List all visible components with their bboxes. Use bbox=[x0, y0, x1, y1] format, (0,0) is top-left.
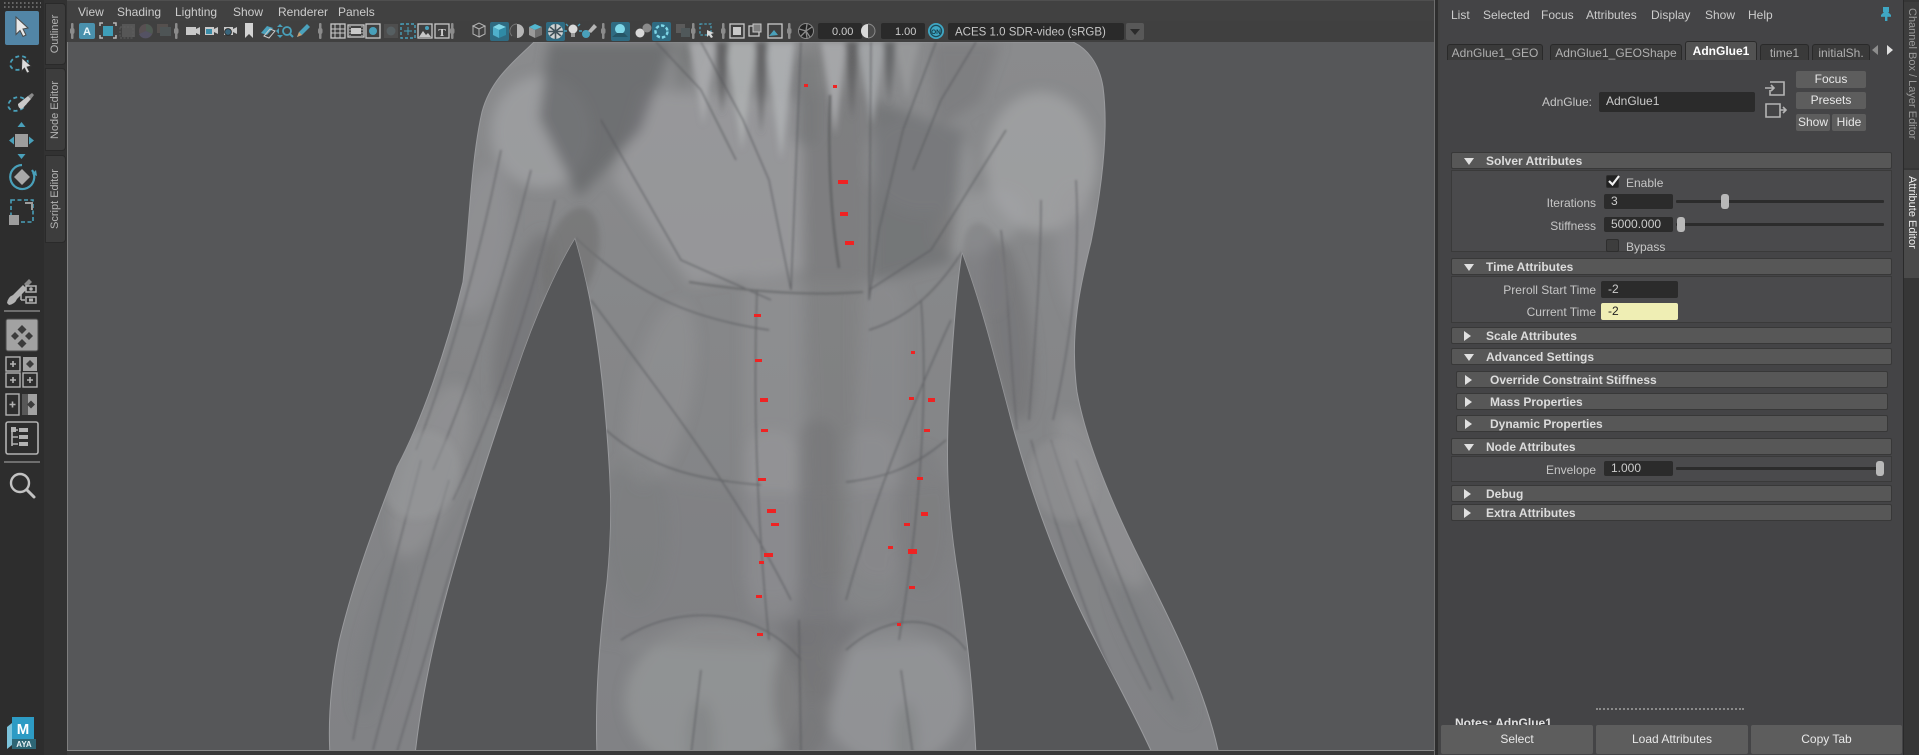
svg-text:A: A bbox=[83, 26, 91, 38]
svg-text:T: T bbox=[438, 27, 446, 39]
svg-text:AYA: AYA bbox=[16, 740, 32, 749]
svg-text:ACES 1.0 SDR-video (sRGB): ACES 1.0 SDR-video (sRGB) bbox=[955, 27, 1106, 39]
svg-text:ON: ON bbox=[931, 29, 941, 36]
svg-text:1.00: 1.00 bbox=[895, 26, 916, 38]
svg-text:M: M bbox=[17, 721, 30, 738]
svg-text:0.00: 0.00 bbox=[832, 26, 853, 38]
